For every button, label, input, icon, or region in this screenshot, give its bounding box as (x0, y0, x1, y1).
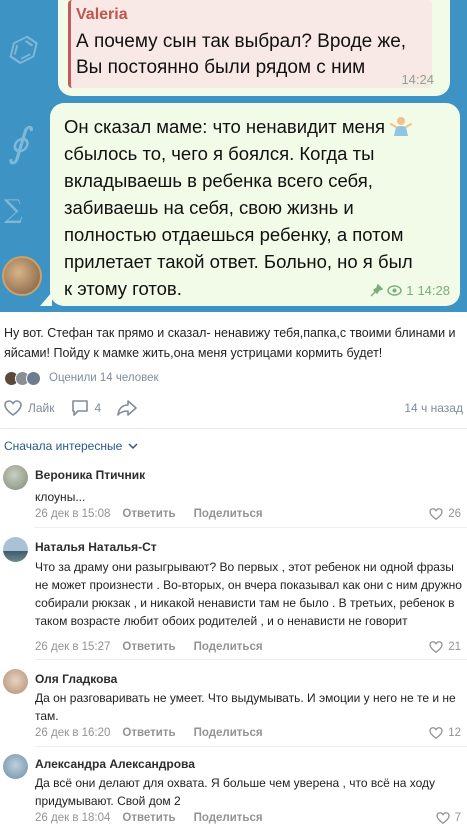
avatar[interactable] (3, 465, 28, 490)
comment-like-count: 12 (448, 727, 461, 739)
comments-count: 4 (94, 401, 102, 415)
comments-sort-dropdown[interactable]: Сначала интересные (4, 439, 138, 453)
comment-meta: 26 дек в 18:04 Ответить Поделиться (35, 812, 281, 824)
post-actions: Лайк 4 14 ч назад (4, 398, 463, 418)
comment-author[interactable]: Оля Гладкова (35, 672, 117, 686)
message-text: Он сказал маме: что ненавидит меня сбыло… (64, 116, 413, 299)
divider (35, 527, 467, 528)
reactor-avatar (26, 370, 41, 386)
share-comment-button[interactable]: Поделиться (194, 812, 263, 824)
pin-icon (370, 284, 384, 297)
message-time: 14:28 (417, 283, 450, 298)
comment-text: Да он разговаривать не умеет. Что выдумы… (35, 691, 456, 723)
man-shrugging-emoji-icon (390, 117, 413, 136)
like-label: Лайк (28, 401, 55, 415)
reactions-text: Оценили 14 человек (49, 372, 159, 384)
reply-message-bubble: Valeria А почему сын так выбрал? Вроде ж… (58, 0, 450, 96)
avatar[interactable] (3, 537, 28, 562)
like-button[interactable]: Лайк (4, 400, 55, 416)
views-eye-icon (387, 285, 402, 296)
comment-author[interactable]: Наталья Наталья-Ст (35, 540, 157, 554)
wallpaper-doodle: ∮ (8, 120, 29, 166)
reactions-summary[interactable]: Оценили 14 человек (4, 370, 159, 386)
share-comment-button[interactable]: Поделиться (194, 641, 263, 653)
comments-sort-label: Сначала интересные (4, 439, 123, 453)
reply-button[interactable]: Ответить (122, 812, 175, 824)
avatar[interactable] (3, 669, 28, 694)
comment-meta: 26 дек в 15:27 Ответить Поделиться (35, 641, 281, 653)
share-button[interactable] (117, 400, 138, 416)
comments-button[interactable]: 4 (71, 400, 102, 416)
reply-button[interactable]: Ответить (122, 641, 175, 653)
sender-avatar (2, 256, 42, 296)
wallpaper-doodle: ∑ (4, 195, 23, 225)
comment-like-count: 26 (448, 508, 461, 520)
post-time[interactable]: 14 ч назад (404, 401, 463, 415)
wallpaper-doodle: ⌬ (6, 30, 36, 70)
comment-author[interactable]: Вероника Птичник (35, 468, 145, 482)
message-bubble: Он сказал маме: что ненавидит меня сбыло… (40, 103, 460, 306)
reply-button[interactable]: Ответить (122, 508, 175, 520)
comment-date[interactable]: 26 дек в 15:08 (35, 508, 110, 520)
comment-like-count: 7 (454, 812, 461, 824)
comment-date[interactable]: 26 дек в 15:27 (35, 641, 110, 653)
comment-like-button[interactable]: 7 (435, 812, 461, 824)
comment-like-count: 21 (448, 641, 461, 653)
heart-icon (435, 812, 450, 824)
avatar[interactable] (3, 754, 28, 779)
reply-author: Valeria (76, 6, 128, 23)
comment-date[interactable]: 26 дек в 16:20 (35, 727, 110, 739)
comment-like-button[interactable]: 21 (429, 641, 461, 653)
heart-icon (4, 400, 22, 416)
telegram-screenshot: ⌬ ∮ ∑ Valeria А почему сын так выбрал? В… (0, 0, 467, 312)
heart-icon (429, 727, 443, 739)
comment-meta: 26 дек в 16:20 Ответить Поделиться (35, 727, 281, 739)
reply-quote-text: А почему сын так выбрал? Вроде же, Вы по… (76, 31, 407, 78)
share-comment-button[interactable]: Поделиться (194, 508, 263, 520)
divider (35, 746, 467, 747)
comment-author[interactable]: Александра Александрова (35, 757, 195, 771)
comment-meta: 26 дек в 15:08 Ответить Поделиться (35, 508, 281, 520)
comment-text: Что за драму они разыгрывают? Во первых … (35, 560, 462, 628)
comment-text: клоуны... (35, 490, 86, 504)
comment-date[interactable]: 26 дек в 18:04 (35, 812, 110, 824)
comment-icon (71, 400, 88, 416)
divider (35, 659, 467, 660)
comment-like-button[interactable]: 12 (429, 727, 461, 739)
share-arrow-icon (117, 400, 138, 416)
views-count: 1 (406, 283, 414, 298)
divider (0, 428, 467, 429)
heart-icon (429, 641, 443, 653)
chevron-down-icon (128, 442, 138, 449)
comment-text: Да всё они делают для охвата. Я больше ч… (35, 776, 435, 808)
message-meta: 1 14:28 (370, 283, 450, 298)
reply-time: 14:24 (401, 72, 434, 87)
reply-button[interactable]: Ответить (122, 727, 175, 739)
comment-like-button[interactable]: 26 (429, 508, 461, 520)
share-comment-button[interactable]: Поделиться (194, 727, 263, 739)
heart-icon (429, 508, 443, 520)
post-text: Ну вот. Стефан так прямо и сказал- ненав… (4, 326, 456, 360)
